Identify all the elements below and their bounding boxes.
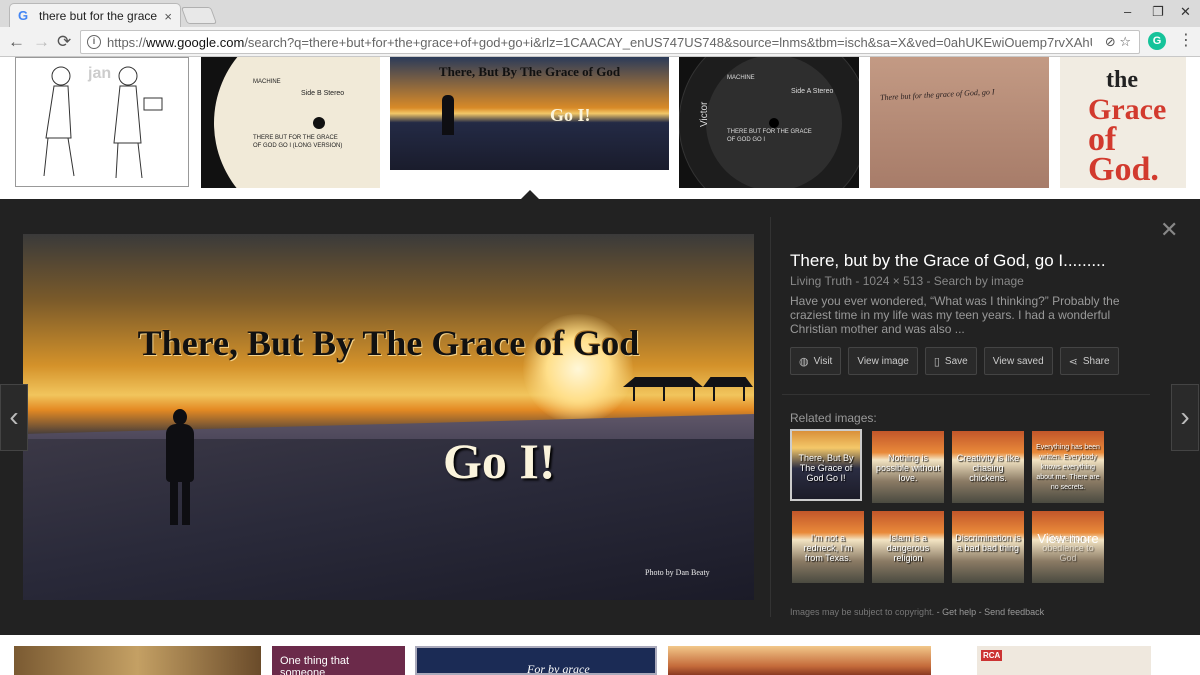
svg-text:THERE BUT FOR THE GRACE: THERE BUT FOR THE GRACE [253,135,338,141]
bottom-thumb-4[interactable] [668,646,931,675]
thumb-grace-text[interactable]: the Grace of God. [1060,57,1186,188]
view-saved-button[interactable]: View saved [983,347,1053,375]
related-image-2[interactable]: Nothing is possible without love. [872,431,944,503]
viewer-divider [770,217,771,617]
omnibox-icons: ⊘ ☆ [1105,34,1131,50]
vinyl-record-dark-image: MACHINE Side A Stereo THERE BUT FOR THE … [679,57,859,188]
thumb-sunset-caption: There, But By The Grace of God [438,64,621,79]
related-image-1[interactable]: There, But By The Grace of God Go I! [790,429,862,501]
viewer-close-icon[interactable]: ✕ [1160,217,1178,243]
visit-button[interactable]: ◍ Visit [790,347,842,375]
image-description: Have you ever wondered, “What was I thin… [790,294,1120,336]
reload-icon[interactable]: ⟳ [57,31,71,53]
svg-text:OF GOD GO I: OF GOD GO I [727,137,765,143]
share-icon: ⋖ [1068,355,1078,368]
svg-text:OF GOD GO I (LONG VERSION): OF GOD GO I (LONG VERSION) [253,143,342,149]
rca-logo: RCA [981,650,1003,661]
globe-icon: ◍ [799,355,809,368]
image-viewer-panel: There, But By The Grace of God Go I! Pho… [0,199,1200,635]
google-favicon-icon: G [18,8,29,23]
tattoo-script: There but for the grace of God, go I [879,87,995,103]
blocked-popup-icon[interactable]: ⊘ [1105,34,1116,49]
image-source[interactable]: Living Truth [790,274,852,288]
back-icon[interactable]: ← [8,31,25,53]
main-image-caption-go: Go I! [443,433,556,489]
restore-icon[interactable]: ❐ [1152,4,1164,20]
site-info-icon[interactable]: i [87,35,101,49]
view-image-button[interactable]: View image [848,347,918,375]
bookmark-star-icon[interactable]: ☆ [1119,34,1131,49]
thumb-sunset-selected[interactable]: There, But By The Grace of God Go I! [390,57,669,170]
url-text: https://www.google.com/search?q=there+bu… [107,34,1092,50]
grammarly-extension-icon[interactable]: G [1148,32,1166,50]
thumb-cartoon[interactable]: jan [15,57,189,187]
previous-image-button[interactable]: ‹ [0,384,28,451]
save-button[interactable]: ▯ Save [924,347,977,375]
selected-thumb-caret [521,190,539,199]
svg-text:MACHINE: MACHINE [727,75,755,81]
vinyl-record-image: MACHINE Side B Stereo THERE BUT FOR THE … [201,57,380,188]
image-size: 1024 × 513 [862,274,924,288]
related-image-8[interactable]: Rebellion, obedience to God View more [1032,511,1104,583]
bottom-thumb-2[interactable]: One thing that someone [272,646,405,675]
svg-text:Side B Stereo: Side B Stereo [301,90,344,97]
address-bar[interactable]: i https://www.google.com/search?q=there+… [80,30,1140,54]
thumb-sunset-caption2: Go I! [550,105,591,125]
next-image-button[interactable]: › [1171,384,1199,451]
send-feedback-link[interactable]: Send feedback [984,607,1044,617]
svg-text:jan: jan [87,65,111,82]
thumb-walker-silhouette [442,95,454,135]
related-image-5[interactable]: I'm not a redneck, I'm from Texas. [792,511,864,583]
copyright-footnote: Images may be subject to copyright. - Ge… [790,607,1045,617]
thumb-record-side-b[interactable]: MACHINE Side B Stereo THERE BUT FOR THE … [201,57,380,188]
main-preview-image[interactable]: There, But By The Grace of God Go I! Pho… [23,234,754,600]
related-image-6[interactable]: Islam is a dangerous religion [872,511,944,583]
image-source-line: Living Truth - 1024 × 513 - Search by im… [790,274,1024,288]
related-image-7[interactable]: Discrimination is a bad bad thing [952,511,1024,583]
svg-text:Victor: Victor [699,101,710,127]
view-more-label[interactable]: View more [1032,531,1104,546]
get-help-link[interactable]: Get help [942,607,976,617]
related-image-4[interactable]: Everything has been written. Everybody k… [1032,431,1104,503]
svg-text:MACHINE: MACHINE [253,79,281,85]
bottom-thumb-1[interactable] [14,646,261,675]
svg-text:Side A Stereo: Side A Stereo [791,88,834,95]
walker-silhouette [160,409,198,529]
pavilion-silhouette [603,377,753,401]
browser-toolbar: ← → ⟳ i https://www.google.com/search?q=… [0,27,1200,57]
thumb-record-side-a[interactable]: MACHINE Side A Stereo THERE BUT FOR THE … [679,57,859,188]
bookmark-icon: ▯ [933,355,940,368]
minimize-icon[interactable]: – [1124,4,1131,19]
image-metadata: There, but by the Grace of God, go I....… [790,251,1150,336]
grace-text-art: the Grace of God. [1088,67,1167,188]
main-image-caption: There, But By The Grace of God [137,323,640,363]
window-close-icon[interactable]: ✕ [1180,4,1191,20]
browser-menu-icon[interactable]: ⋮ [1178,30,1194,50]
chevron-left-icon: ‹ [9,401,19,432]
thumb-tattoo[interactable]: There but for the grace of God, go I [870,57,1049,188]
search-by-image-link[interactable]: Search by image [934,274,1024,288]
svg-text:THERE BUT FOR THE GRACE: THERE BUT FOR THE GRACE [727,129,812,135]
main-image-credit: Photo by Dan Beaty [645,568,710,577]
bottom-thumb-3[interactable]: For by grace [415,646,657,675]
tab-close-icon[interactable]: × [164,9,172,24]
browser-tabstrip: G there but for the grace o × – ❐ ✕ [0,0,1200,28]
share-button[interactable]: ⋖ Share [1059,347,1119,375]
image-actions: ◍ Visit View image ▯ Save View saved ⋖ Shar… [790,347,1119,375]
metadata-divider [782,394,1150,395]
new-tab-button[interactable] [180,7,218,24]
bottom-thumb-5[interactable]: RCA [977,646,1151,675]
image-title[interactable]: There, but by the Grace of God, go I....… [790,251,1150,271]
cartoon-figures-image: jan [16,58,188,186]
forward-icon[interactable]: → [33,31,50,53]
related-images-label: Related images: [790,411,877,425]
tab-title: there but for the grace o [39,9,161,23]
chevron-right-icon: › [1180,401,1190,432]
browser-tab[interactable]: G there but for the grace o × [9,3,181,28]
related-image-3[interactable]: Creativity is like chasing chickens. [952,431,1024,503]
